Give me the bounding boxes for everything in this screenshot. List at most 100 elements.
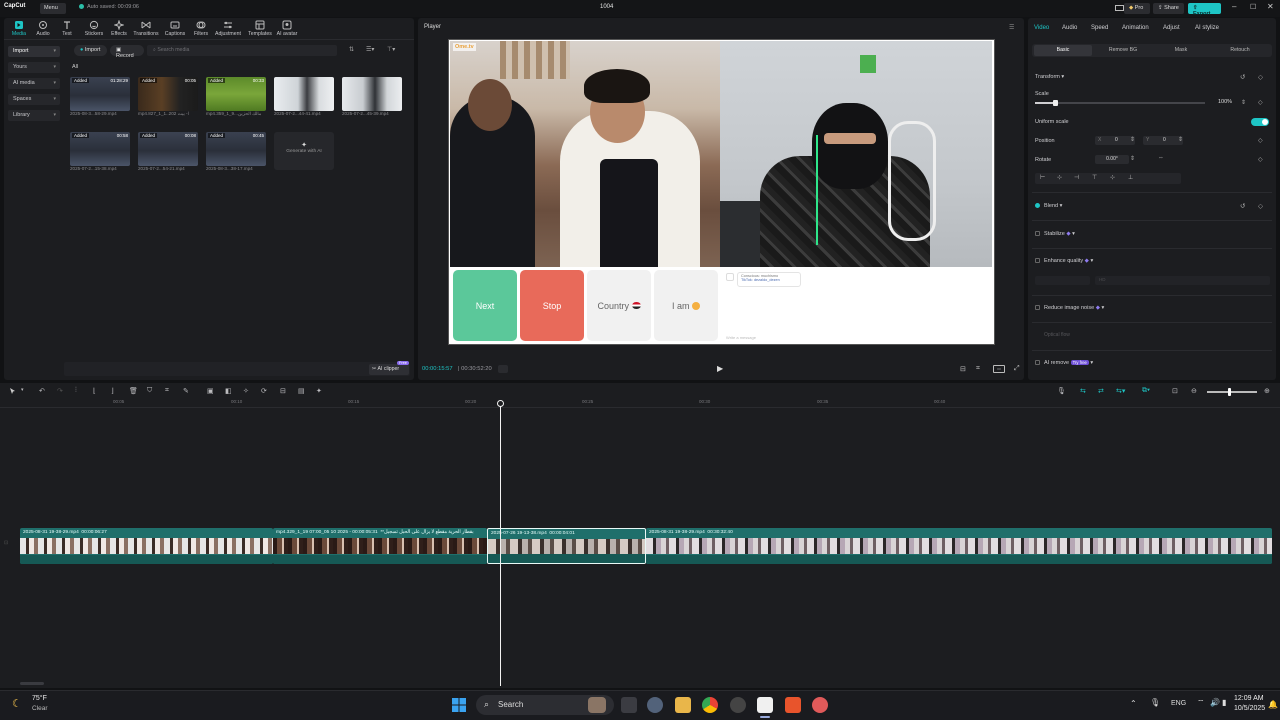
- linkage-icon[interactable]: ⇆▾: [1116, 387, 1132, 395]
- magnet-icon[interactable]: ⇄: [1098, 387, 1110, 395]
- align-center-h-icon[interactable]: ⊹: [1057, 174, 1062, 181]
- maximize-icon[interactable]: ☐: [1250, 3, 1256, 11]
- import-button[interactable]: ● Import: [74, 45, 107, 56]
- microphone-icon[interactable]: 🎙: [1150, 698, 1160, 707]
- reduce-noise-checkbox[interactable]: [1035, 305, 1040, 311]
- filter-all[interactable]: All: [72, 64, 78, 70]
- chrome-icon[interactable]: [702, 697, 718, 713]
- speed-tool-icon[interactable]: ▤: [298, 387, 306, 395]
- keyframe-icon[interactable]: ◇: [1258, 99, 1263, 106]
- keyframe-icon[interactable]: ◇: [1258, 202, 1263, 210]
- timeline-toggle-icon[interactable]: [498, 365, 508, 373]
- subtab-basic[interactable]: Basic: [1034, 45, 1092, 56]
- brave-icon[interactable]: [785, 697, 801, 713]
- blend-header[interactable]: Blend ▾: [1035, 203, 1062, 209]
- media-item[interactable]: 2025-07-2...44-41.mp4: [274, 77, 338, 116]
- reduce-noise-row[interactable]: Reduce image noise ◆ ▾: [1035, 305, 1104, 311]
- sidebar-item-import[interactable]: Import ▾: [8, 46, 60, 57]
- track-lock-icon[interactable]: ⊡: [4, 540, 8, 546]
- position-x-input[interactable]: X0: [1095, 136, 1135, 145]
- link-main-track-icon[interactable]: ⇆: [1080, 387, 1092, 395]
- media-item[interactable]: 2025-07-2...45-39.mp4: [342, 77, 406, 116]
- reset-icon[interactable]: ↺: [1240, 73, 1245, 81]
- aspect-ratio-icon[interactable]: ▭: [993, 365, 1005, 373]
- tab-audio-inspector[interactable]: Audio: [1062, 25, 1077, 31]
- tab-audio[interactable]: Audio: [32, 20, 54, 37]
- record-button[interactable]: ▣ Record: [110, 45, 144, 59]
- chevron-down-icon[interactable]: ▾: [21, 387, 29, 395]
- scale-value[interactable]: 100%: [1218, 99, 1232, 105]
- subtab-mask[interactable]: Mask: [1152, 45, 1210, 56]
- playhead-handle[interactable]: [497, 400, 504, 407]
- delete-icon[interactable]: 🗑: [129, 387, 138, 395]
- app-icon[interactable]: [812, 697, 828, 713]
- align-left-icon[interactable]: ⊢: [1040, 174, 1045, 181]
- align-top-icon[interactable]: ⊤: [1092, 174, 1097, 181]
- search-input[interactable]: ⌕ Search media: [147, 45, 337, 56]
- tab-transitions[interactable]: Transitions: [132, 20, 160, 37]
- chevron-up-icon[interactable]: ⌃: [1130, 699, 1137, 708]
- tab-ai-stylize[interactable]: AI stylize: [1195, 25, 1219, 31]
- tab-video[interactable]: Video: [1034, 25, 1049, 31]
- y-stepper-icon[interactable]: ⇕: [1178, 136, 1183, 143]
- file-explorer-icon[interactable]: [675, 697, 691, 713]
- rotate-stepper-icon[interactable]: ⇕: [1130, 155, 1135, 162]
- play-icon[interactable]: ▶: [717, 364, 723, 373]
- tab-stickers[interactable]: Stickers: [82, 20, 106, 37]
- task-view-icon[interactable]: [621, 697, 637, 713]
- weather-temp[interactable]: 75°F: [32, 695, 47, 702]
- scale-stepper-icon[interactable]: ⇕: [1241, 99, 1246, 106]
- scale-slider-track[interactable]: [1035, 102, 1205, 104]
- zoom-slider-track[interactable]: [1207, 391, 1257, 393]
- stabilize-checkbox[interactable]: [1035, 231, 1040, 237]
- split-icon[interactable]: ⫶: [75, 387, 83, 395]
- tab-effects[interactable]: Effects: [108, 20, 130, 37]
- microphone-icon[interactable]: 🎙: [1057, 387, 1066, 395]
- media-item[interactable]: Added 00:45 2025-08-3...38-17.mp4: [206, 132, 270, 171]
- media-item[interactable]: Added 00:58 2025-07-2...15-38.mp4: [70, 132, 134, 171]
- scale-slider-handle[interactable]: [1053, 100, 1059, 106]
- split-left-icon[interactable]: ⌊: [93, 387, 101, 395]
- tab-adjust[interactable]: Adjust: [1163, 25, 1180, 31]
- tab-filters[interactable]: Filters: [190, 20, 212, 37]
- media-item[interactable]: Added 00:33 mp4.359_1_9...مالك الحزين: [206, 77, 270, 117]
- sort-icon[interactable]: ⇅: [349, 46, 354, 53]
- undo-icon[interactable]: ↶: [39, 387, 47, 395]
- marker-icon[interactable]: ⛉: [147, 387, 155, 395]
- keyframe-icon[interactable]: ◇: [1258, 156, 1263, 163]
- transform-header[interactable]: Transform ▾: [1035, 74, 1064, 80]
- rotate-tool-icon[interactable]: ⟳: [261, 387, 269, 395]
- timeline-ruler[interactable]: [0, 398, 1280, 408]
- stabilize-row[interactable]: Stabilize ◆ ▾: [1035, 231, 1075, 237]
- freeze-icon[interactable]: ▣: [207, 387, 215, 395]
- tab-text[interactable]: Text: [56, 20, 78, 37]
- clock-date[interactable]: 10/5/2025: [1234, 705, 1265, 712]
- share-button[interactable]: ⇪ Share: [1153, 3, 1184, 14]
- tab-adjustment[interactable]: Adjustment: [212, 20, 244, 37]
- rotate-input[interactable]: 0.00°: [1095, 155, 1129, 164]
- blend-checkbox[interactable]: [1035, 203, 1040, 209]
- select-tool-icon[interactable]: [9, 387, 17, 395]
- tab-templates[interactable]: Templates: [246, 20, 274, 37]
- fit-timeline-icon[interactable]: ⊡: [1172, 387, 1180, 395]
- windows-start-icon[interactable]: [451, 697, 467, 713]
- zoom-slider-handle[interactable]: [1228, 388, 1231, 396]
- x-stepper-icon[interactable]: ⇕: [1130, 136, 1135, 143]
- i-am-button[interactable]: I am: [654, 270, 718, 341]
- capcut-app-icon[interactable]: [757, 697, 773, 713]
- weather-desc[interactable]: Clear: [32, 705, 48, 712]
- menu-button[interactable]: Menu: [40, 3, 66, 14]
- taskbar-search[interactable]: ⌕ Search: [476, 695, 614, 715]
- chat-input[interactable]: Write a message: [726, 335, 756, 340]
- crop-icon[interactable]: ⌗: [976, 365, 980, 373]
- align-center-v-icon[interactable]: ⊹: [1110, 174, 1115, 181]
- keyframe-icon[interactable]: ◇: [1258, 137, 1263, 144]
- timeline-clip[interactable]: 2025-08-31 19-38-29.mp4 00:00:06:27: [20, 528, 273, 564]
- media-item[interactable]: Added 01:28:29 2025-08-3...58-29.mp4: [70, 77, 134, 116]
- align-bottom-icon[interactable]: ⊥: [1128, 174, 1133, 181]
- mirror-icon[interactable]: ◧: [225, 387, 233, 395]
- align-right-icon[interactable]: ⊣: [1074, 174, 1079, 181]
- stop-button[interactable]: Stop: [520, 270, 584, 341]
- ai-tool-icon[interactable]: ✦: [316, 387, 324, 395]
- sidebar-item-yours[interactable]: Yours ▾: [8, 62, 60, 73]
